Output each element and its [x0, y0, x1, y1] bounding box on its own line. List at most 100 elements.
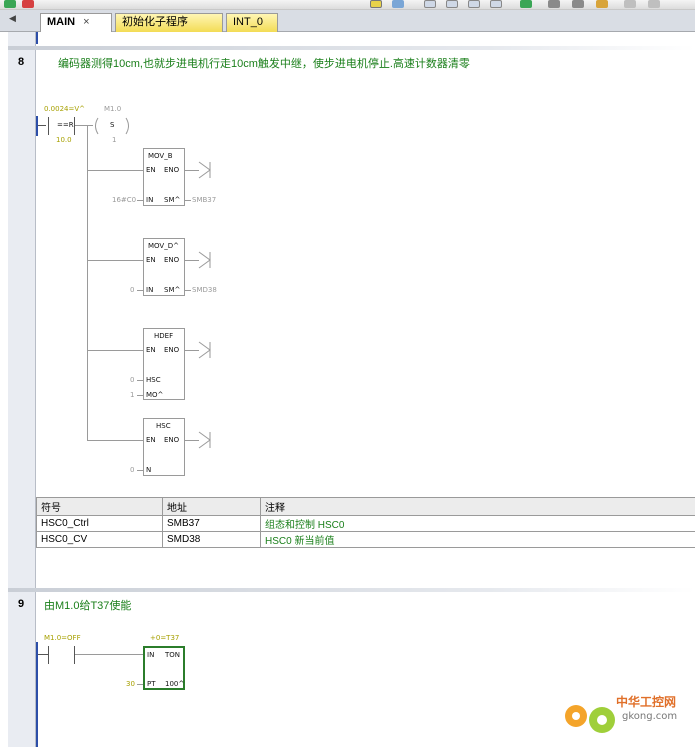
wire: [137, 470, 143, 471]
table-row[interactable]: HSC0_Ctrl SMB37 组态和控制 HSC0: [36, 515, 695, 532]
compare-operand-top: 0.0024=V^: [44, 105, 86, 113]
ton-timer-box[interactable]: IN TON PT 100^: [143, 646, 185, 690]
col-address: 地址: [162, 497, 261, 516]
monitor-icon[interactable]: [370, 0, 382, 8]
table-row[interactable]: HSC0_CV SMD38 HSC0 新当前值: [36, 531, 695, 548]
hsc-box[interactable]: HSC EN ENO N: [143, 418, 185, 476]
tab-label: INT_0: [233, 16, 263, 28]
time-base: 100^: [165, 680, 185, 688]
tool-icon[interactable]: [572, 0, 584, 8]
arrow-icon[interactable]: [624, 0, 636, 8]
wire: [38, 125, 46, 126]
timer-type: TON: [165, 651, 181, 659]
output-arrow-icon: [198, 431, 211, 449]
wire: [38, 654, 48, 655]
eno-pin: ENO: [164, 256, 180, 264]
page-icon[interactable]: [424, 0, 436, 8]
contact-bar-right: [74, 117, 75, 135]
wire: [87, 260, 143, 261]
in-value: 16#C0: [112, 196, 137, 204]
network-separator: [8, 46, 695, 50]
network-comment[interactable]: 由M1.0给T37使能: [44, 597, 131, 613]
in-value: 1: [130, 391, 135, 399]
pt-value: 30: [126, 680, 135, 688]
symbol-table: 符号 地址 注释 HSC0_Ctrl SMB37 组态和控制 HSC0 HSC0…: [36, 497, 695, 548]
ladder-editor[interactable]: 8 编码器测得10cm,也就步进电机行走10cm触发中继，使步进电机停止.高速计…: [8, 32, 695, 747]
tab-bar: ◀ MAIN × 初始化子程序 INT_0: [0, 10, 695, 32]
table-header: 符号 地址 注释: [36, 497, 695, 516]
col-comment: 注释: [260, 497, 695, 516]
in-value: 0: [130, 376, 135, 384]
box-title: MOV_D^: [148, 242, 179, 250]
hdef-box[interactable]: HDEF EN ENO HSC MO^: [143, 328, 185, 400]
compare-operand-bottom: 10.0: [56, 136, 72, 144]
n-pin: N: [146, 466, 152, 474]
compare-operator: ==R: [57, 121, 74, 129]
tab-int0[interactable]: INT_0: [226, 13, 278, 32]
wire: [137, 200, 143, 201]
contact-bar-left[interactable]: [48, 646, 49, 664]
out-pin: SM^: [164, 196, 181, 204]
comment-cell: HSC0 新当前值: [260, 531, 695, 548]
tab-label: MAIN: [47, 16, 76, 28]
tab-main[interactable]: MAIN ×: [40, 13, 112, 32]
page-icon[interactable]: [446, 0, 458, 8]
wire: [185, 260, 199, 261]
en-pin: EN: [146, 436, 156, 444]
wire: [185, 200, 191, 201]
network-gutter: [8, 32, 36, 747]
col-symbol: 符号: [36, 497, 163, 516]
in-value: 0: [130, 466, 135, 474]
eno-pin: ENO: [164, 436, 180, 444]
pt-pin: PT: [147, 680, 156, 688]
symbol-cell: HSC0_CV: [36, 531, 163, 548]
wire: [185, 170, 199, 171]
eno-pin: ENO: [164, 166, 180, 174]
box-title: HSC: [156, 422, 171, 430]
toolbar: [0, 0, 695, 10]
out-pin: SM^: [164, 286, 181, 294]
eno-pin: ENO: [164, 346, 180, 354]
close-icon[interactable]: ×: [83, 16, 89, 28]
network-comment[interactable]: 编码器测得10cm,也就步进电机行走10cm触发中继，使步进电机停止.高速计数器…: [58, 55, 470, 71]
contact-bar-right[interactable]: [74, 646, 75, 664]
branch-bus: [87, 125, 88, 440]
symbol-cell: HSC0_Ctrl: [36, 515, 163, 532]
page-icon[interactable]: [490, 0, 502, 8]
check-icon[interactable]: [520, 0, 532, 8]
wire: [185, 440, 199, 441]
wire: [185, 290, 191, 291]
network-number: 8: [18, 56, 25, 68]
hsc-pin: HSC: [146, 376, 161, 384]
scroll-left-icon[interactable]: ◀: [9, 14, 16, 24]
run-icon[interactable]: [4, 0, 16, 8]
stop-icon[interactable]: [22, 0, 34, 8]
arrow-icon[interactable]: [648, 0, 660, 8]
tab-label: 初始化子程序: [122, 16, 188, 28]
coil-operand: M1.0: [104, 105, 122, 113]
wire: [137, 380, 143, 381]
lock-icon[interactable]: [596, 0, 608, 8]
en-pin: EN: [146, 256, 156, 264]
in-pin: IN: [147, 651, 155, 659]
en-pin: EN: [146, 166, 156, 174]
output-arrow-icon: [198, 251, 211, 269]
tab-init-subroutine[interactable]: 初始化子程序: [115, 13, 223, 32]
watermark-url: gkong.com: [622, 711, 678, 722]
status-icon[interactable]: [392, 0, 404, 8]
coil-op: S: [110, 121, 115, 129]
mode-pin: MO^: [146, 391, 164, 399]
en-pin: EN: [146, 346, 156, 354]
contact-operand: M1.0=OFF: [44, 634, 81, 642]
in-pin: IN: [146, 196, 154, 204]
output-arrow-icon: [198, 341, 211, 359]
tool-icon[interactable]: [548, 0, 560, 8]
coil-count: 1: [112, 136, 117, 144]
page-icon[interactable]: [468, 0, 480, 8]
out-value: SMD38: [192, 286, 217, 294]
wire: [137, 290, 143, 291]
power-rail: [36, 32, 38, 44]
mov-d-box[interactable]: MOV_D^ EN ENO IN SM^: [143, 238, 185, 296]
mov-b-box[interactable]: MOV_B EN ENO IN SM^: [143, 148, 185, 206]
watermark-title: 中华工控网: [616, 695, 677, 709]
